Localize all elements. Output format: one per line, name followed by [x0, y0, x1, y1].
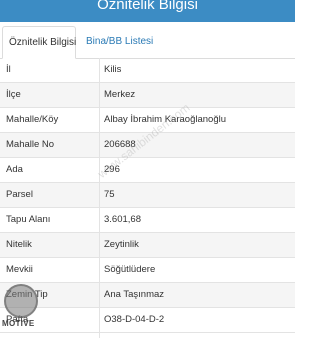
row-value: Zeytinlik — [104, 239, 139, 250]
row-value: Kilis — [104, 64, 122, 75]
window-title: Öznitelik Bilgisi — [0, 0, 295, 22]
table-row: Nitelik Zeytinlik — [0, 233, 295, 258]
table-row: Zemin Tip Ana Taşınmaz — [0, 283, 295, 308]
logo-text: MOTIVE — [2, 319, 35, 328]
attribute-window: Öznitelik Bilgisi Öznitelik Bilgisi Bina… — [0, 0, 295, 338]
row-label: Mahalle No — [6, 139, 55, 150]
row-value: 296 — [104, 164, 120, 175]
row-label: İlçe — [6, 89, 21, 100]
row-value: Söğütlüdere — [104, 264, 156, 275]
row-value: 75 — [104, 189, 115, 200]
row-label: Nitelik — [6, 239, 32, 250]
table-row: Ada 296 — [0, 158, 295, 183]
row-label: Mevkii — [6, 264, 33, 275]
table-row: Mevkii Söğütlüdere — [0, 258, 295, 283]
table-row: Mahalle/Köy Albay İbrahim Karaoğlanoğlu — [0, 108, 295, 133]
table-row: İlçe Merkez — [0, 83, 295, 108]
table-row: İl Kilis — [0, 58, 295, 83]
table-row: Tapu Alanı 3.601,68 — [0, 208, 295, 233]
table-row: Parsel 75 — [0, 183, 295, 208]
tab-attribute-info[interactable]: Öznitelik Bilgisi — [2, 26, 76, 59]
row-label: Ada — [6, 164, 23, 175]
column-divider — [99, 58, 100, 338]
attribute-table: İl Kilis İlçe Merkez Mahalle/Köy Albay İ… — [0, 58, 295, 333]
row-value: Ana Taşınmaz — [104, 289, 165, 300]
motive-logo: MOTIVE — [0, 284, 44, 338]
row-label: Tapu Alanı — [6, 214, 51, 225]
tab-building-list[interactable]: Bina/BB Listesi — [80, 26, 159, 59]
row-label: İl — [6, 64, 11, 75]
row-value: 206688 — [104, 139, 136, 150]
table-row: Pafta O38-D-04-D-2 — [0, 308, 295, 333]
tab-bar: Öznitelik Bilgisi Bina/BB Listesi — [0, 22, 295, 59]
row-value: O38-D-04-D-2 — [104, 314, 165, 325]
motive-logo-icon — [4, 284, 38, 318]
table-row: Mahalle No 206688 — [0, 133, 295, 158]
row-value: Albay İbrahim Karaoğlanoğlu — [104, 114, 226, 125]
row-value: 3.601,68 — [104, 214, 141, 225]
row-label: Parsel — [6, 189, 33, 200]
row-value: Merkez — [104, 89, 136, 100]
row-label: Mahalle/Köy — [6, 114, 59, 125]
